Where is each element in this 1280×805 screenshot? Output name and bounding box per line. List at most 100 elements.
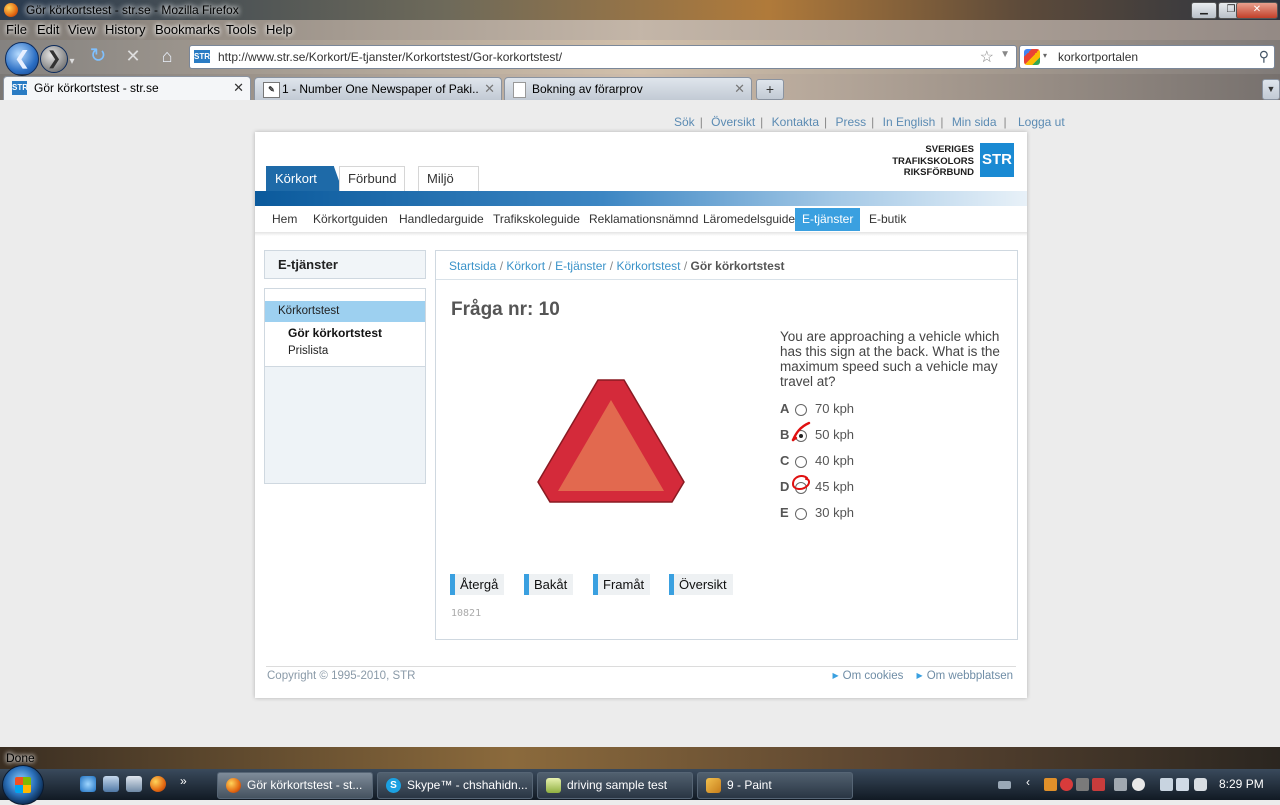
main-panel: Startsida / Körkort / E-tjänster / Körko…: [435, 250, 1018, 640]
list-all-tabs-icon[interactable]: ▼: [1262, 79, 1280, 100]
subnav-reklamationsnamnd[interactable]: Reklamationsnämnd: [582, 208, 705, 231]
start-button[interactable]: [2, 765, 44, 805]
menu-view[interactable]: View: [68, 22, 96, 37]
sidebar-item-korkortstest[interactable]: Körkortstest: [265, 301, 425, 322]
sidebar-item-gor-korkortstest[interactable]: Gör körkortstest: [288, 326, 382, 340]
subnav-korkortguiden[interactable]: Körkortguiden: [306, 208, 395, 231]
task-notepad[interactable]: driving sample test: [537, 772, 693, 799]
safely-remove-hardware-icon[interactable]: [1160, 778, 1173, 791]
option-a-label: 70 kph: [815, 401, 855, 416]
tab-miljo[interactable]: Miljö: [418, 166, 479, 192]
history-dropdown-icon[interactable]: ▾: [62, 52, 82, 72]
reload-icon[interactable]: ↻: [88, 46, 108, 66]
minimize-button[interactable]: ▁: [1191, 2, 1217, 19]
overview-button[interactable]: Översikt: [669, 574, 733, 595]
firefox-icon: [226, 778, 241, 793]
close-tab-icon[interactable]: ✕: [233, 80, 244, 96]
subnav-hem[interactable]: Hem: [265, 208, 304, 231]
search-icon[interactable]: ⚲: [1259, 48, 1269, 65]
antivirus-icon[interactable]: [1060, 778, 1073, 791]
link-min-sida[interactable]: Min sida: [952, 115, 997, 129]
subnav-e-butik[interactable]: E-butik: [862, 208, 913, 231]
skype-icon: S: [386, 778, 401, 793]
firefox-quicklaunch-icon[interactable]: [150, 776, 166, 792]
breadcrumb-e-tjanster[interactable]: E-tjänster: [555, 259, 606, 273]
close-window-button[interactable]: ✕: [1236, 2, 1278, 19]
menu-tools[interactable]: Tools: [226, 22, 256, 37]
subnav-e-tjanster[interactable]: E-tjänster: [795, 208, 861, 231]
engine-dropdown-icon[interactable]: ▾: [1043, 51, 1047, 60]
subnav-laromedelsguide[interactable]: Läromedelsguide: [696, 208, 802, 231]
link-om-webbplatsen[interactable]: Om webbplatsen: [927, 670, 1013, 682]
menu-help[interactable]: Help: [266, 22, 293, 37]
tray-device-icon[interactable]: [1114, 778, 1127, 791]
search-input[interactable]: korkortportalen: [1058, 50, 1138, 64]
url-dropdown-icon[interactable]: ▼: [1000, 49, 1010, 60]
link-sok[interactable]: Sök: [674, 115, 695, 129]
task-paint[interactable]: 9 - Paint: [697, 772, 853, 799]
close-tab-icon[interactable]: ✕: [734, 81, 745, 97]
tab-label: 1 - Number One Newspaper of Paki...: [282, 82, 478, 96]
document-favicon: [513, 82, 526, 98]
arrow-icon: ▶: [916, 671, 923, 680]
menu-file[interactable]: File: [6, 22, 27, 37]
logo-mark: STR: [980, 143, 1014, 177]
tray-network-app-icon[interactable]: [1076, 778, 1089, 791]
breadcrumb-startsida[interactable]: Startsida: [449, 259, 496, 273]
task-skype[interactable]: S Skype™ - chshahidn...: [377, 772, 533, 799]
next-button[interactable]: Framåt: [593, 574, 651, 595]
option-a-radio[interactable]: [795, 404, 807, 416]
search-bar[interactable]: ▾ korkortportalen ⚲: [1019, 45, 1275, 69]
new-tab-button[interactable]: +: [756, 79, 784, 100]
tab-forbund[interactable]: Förbund: [339, 166, 406, 192]
show-hidden-icons-icon[interactable]: ‹: [1026, 775, 1030, 789]
keyboard-icon[interactable]: [998, 781, 1011, 789]
option-b-radio[interactable]: [795, 430, 807, 442]
stop-icon[interactable]: ✕: [123, 46, 143, 66]
url-text[interactable]: http://www.str.se/Korkort/E-tjanster/Kor…: [218, 50, 562, 64]
google-search-engine-icon[interactable]: [1024, 49, 1040, 65]
link-om-cookies[interactable]: Om cookies: [843, 670, 904, 682]
show-desktop-icon[interactable]: [103, 776, 119, 792]
option-e-radio[interactable]: [795, 508, 807, 520]
tray-flash-icon[interactable]: [1132, 778, 1145, 791]
internet-explorer-icon[interactable]: [80, 776, 96, 792]
volume-icon[interactable]: [1194, 778, 1207, 791]
link-kontakta[interactable]: Kontakta: [772, 115, 819, 129]
task-firefox[interactable]: Gör körkortstest - st...: [217, 772, 373, 799]
return-button[interactable]: Återgå: [450, 574, 505, 595]
tray-tools-icon[interactable]: [1092, 778, 1105, 791]
tab-str[interactable]: STR Gör körkortstest - str.se ✕: [3, 76, 251, 101]
menu-edit[interactable]: Edit: [37, 22, 59, 37]
str-logo[interactable]: SVERIGES TRAFIKSKOLORS RIKSFÖRBUND STR: [874, 143, 1014, 179]
tab-newspaper[interactable]: ✎ 1 - Number One Newspaper of Paki... ✕: [254, 77, 502, 100]
url-bar[interactable]: STR http://www.str.se/Korkort/E-tjanster…: [189, 45, 1017, 69]
link-press[interactable]: Press: [835, 115, 866, 129]
tray-app-icon[interactable]: [1044, 778, 1057, 791]
option-d-radio[interactable]: [795, 482, 807, 494]
previous-button[interactable]: Bakåt: [524, 574, 574, 595]
switch-windows-icon[interactable]: [126, 776, 142, 792]
breadcrumb-korkort[interactable]: Körkort: [506, 259, 545, 273]
clock[interactable]: 8:29 PM: [1219, 777, 1264, 791]
breadcrumb: Startsida / Körkort / E-tjänster / Körko…: [449, 259, 785, 273]
subnav-handledarguide[interactable]: Handledarguide: [392, 208, 491, 231]
home-icon[interactable]: ⌂: [157, 46, 177, 66]
back-button[interactable]: ❮: [5, 42, 39, 76]
breadcrumb-korkortstest[interactable]: Körkortstest: [616, 259, 680, 273]
sidebar-item-prislista[interactable]: Prislista: [288, 345, 328, 357]
sidebar-item-label: Körkortstest: [278, 305, 340, 317]
tab-bokning[interactable]: Bokning av förarprov ✕: [504, 77, 752, 100]
option-c-radio[interactable]: [795, 456, 807, 468]
menu-bookmarks[interactable]: Bookmarks: [155, 22, 220, 37]
link-logga-ut[interactable]: Logga ut: [1018, 115, 1065, 129]
link-in-english[interactable]: In English: [883, 115, 936, 129]
bookmark-star-icon[interactable]: ☆: [980, 47, 994, 67]
subnav-trafikskoleguide[interactable]: Trafikskoleguide: [486, 208, 587, 231]
link-oversikt[interactable]: Översikt: [711, 115, 755, 129]
close-tab-icon[interactable]: ✕: [484, 81, 495, 97]
menu-history[interactable]: History: [105, 22, 145, 37]
quicklaunch-overflow-icon[interactable]: »: [180, 774, 187, 788]
tab-korkort[interactable]: Körkort: [266, 166, 343, 192]
network-icon[interactable]: [1176, 778, 1189, 791]
